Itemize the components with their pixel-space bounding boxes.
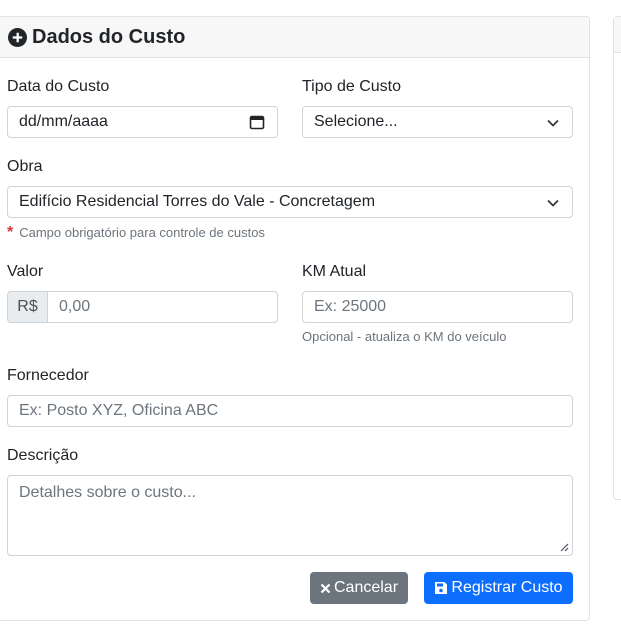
project-label: Obra: [7, 158, 43, 175]
chevron-down-icon: [547, 119, 559, 127]
currency-prefix: R$: [7, 291, 48, 323]
supplier-label: Fornecedor: [7, 367, 89, 384]
date-label: Data do Custo: [7, 78, 110, 95]
save-icon: [435, 582, 448, 594]
km-input[interactable]: Ex: 25000: [302, 291, 573, 323]
cancel-button[interactable]: Cancelar: [310, 572, 408, 604]
cost-type-select[interactable]: Selecione...: [302, 106, 573, 138]
calendar-icon[interactable]: [249, 114, 265, 130]
register-cost-button[interactable]: Registrar Custo: [424, 572, 573, 604]
km-label: KM Atual: [302, 263, 367, 280]
project-hint-text: Campo obrigatório para controle de custo…: [19, 225, 265, 240]
description-label: Descrição: [7, 447, 79, 464]
km-placeholder: Ex: 25000: [314, 298, 387, 315]
cost-type-value: Selecione...: [314, 113, 398, 130]
km-hint: Opcional - atualiza o KM do veículo: [302, 329, 507, 344]
plus-circle-icon: [8, 27, 27, 47]
project-select[interactable]: Edifício Residencial Torres do Vale - Co…: [7, 186, 573, 218]
card-title: Dados do Custo: [32, 25, 186, 48]
project-value: Edifício Residencial Torres do Vale - Co…: [19, 193, 376, 210]
value-input[interactable]: 0,00: [47, 291, 278, 323]
resize-grip-icon[interactable]: [560, 543, 569, 552]
description-placeholder: Detalhes sobre o custo...: [19, 484, 196, 501]
cost-type-label: Tipo de Custo: [302, 78, 402, 95]
close-icon: [320, 583, 331, 593]
date-value: dd/mm/aaaa: [19, 113, 108, 130]
date-input[interactable]: dd/mm/aaaa: [7, 106, 278, 138]
project-hint: * Campo obrigatório para controle de cust…: [7, 224, 265, 242]
description-textarea[interactable]: Detalhes sobre o custo...: [7, 475, 573, 556]
value-placeholder: 0,00: [59, 298, 91, 315]
supplier-input[interactable]: Ex: Posto XYZ, Oficina ABC: [7, 395, 573, 427]
register-cost-button-label: Registrar Custo: [451, 579, 563, 596]
card-header: Dados do Custo: [0, 17, 589, 58]
side-card: [613, 16, 621, 500]
chevron-down-icon: [547, 199, 559, 207]
supplier-placeholder: Ex: Posto XYZ, Oficina ABC: [19, 402, 219, 419]
cancel-button-label: Cancelar: [333, 579, 399, 596]
required-asterisk-icon: *: [7, 224, 14, 241]
value-label: Valor: [7, 263, 44, 280]
